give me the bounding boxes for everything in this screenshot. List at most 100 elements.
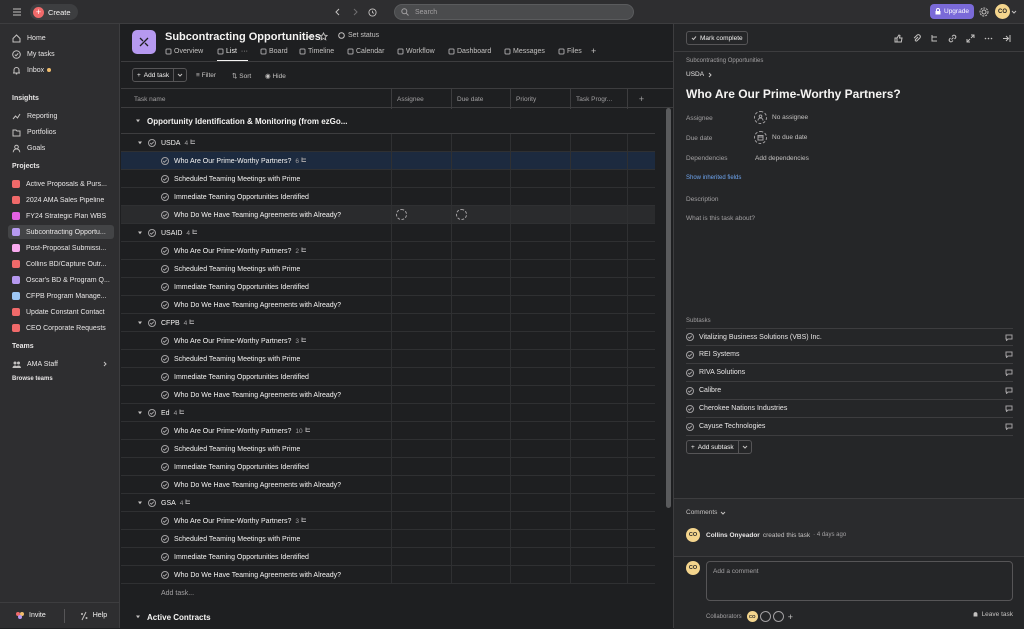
check-circle-icon[interactable]	[161, 283, 169, 291]
star-icon[interactable]	[319, 32, 328, 41]
table-cell[interactable]	[627, 170, 628, 188]
check-circle-icon[interactable]	[161, 211, 169, 219]
caret-down-icon[interactable]	[137, 230, 143, 236]
table-cell[interactable]	[510, 458, 511, 476]
table-cell[interactable]	[391, 260, 392, 278]
check-circle-icon[interactable]	[161, 265, 169, 273]
sidebar-item-home[interactable]: Home	[8, 31, 114, 45]
table-cell[interactable]	[627, 278, 628, 296]
table-cell[interactable]	[451, 332, 452, 350]
table-cell[interactable]	[510, 170, 511, 188]
table-cell[interactable]	[570, 512, 571, 530]
task-title[interactable]: Who Are Our Prime-Worthy Partners?	[686, 87, 901, 101]
table-row[interactable]: Ed 4	[121, 404, 655, 422]
table-cell[interactable]	[570, 332, 571, 350]
table-cell[interactable]	[627, 386, 628, 404]
sidebar-item-project[interactable]: Subcontracting Opportu...	[8, 225, 114, 239]
column-header-assignee[interactable]: Assignee	[391, 89, 451, 109]
sort-button[interactable]: ⇅ Sort	[232, 72, 251, 80]
table-cell[interactable]	[451, 476, 452, 494]
table-row[interactable]: Scheduled Teaming Meetings with Prime	[121, 170, 655, 188]
table-cell[interactable]	[570, 476, 571, 494]
tab-timeline[interactable]: Timeline	[299, 48, 334, 55]
table-cell[interactable]	[570, 152, 571, 170]
table-row[interactable]: Immediate Teaming Opportunities Identifi…	[121, 188, 655, 206]
table-cell[interactable]	[391, 368, 392, 386]
table-row[interactable]: Scheduled Teaming Meetings with Prime	[121, 350, 655, 368]
table-cell[interactable]	[451, 296, 452, 314]
check-circle-icon[interactable]	[161, 157, 169, 165]
check-circle-icon[interactable]	[161, 481, 169, 489]
sidebar-item-project[interactable]: CEO Corporate Requests	[8, 321, 114, 335]
table-row[interactable]: Who Do We Have Teaming Agreements with A…	[121, 386, 655, 404]
table-cell[interactable]	[570, 314, 571, 332]
table-row[interactable]: Who Do We Have Teaming Agreements with A…	[121, 206, 655, 224]
table-cell[interactable]	[510, 278, 511, 296]
table-row[interactable]: CFPB 4	[121, 314, 655, 332]
table-cell[interactable]	[627, 494, 628, 512]
table-cell[interactable]	[627, 206, 628, 224]
check-circle-icon[interactable]	[161, 553, 169, 561]
comment-icon[interactable]	[1005, 423, 1013, 430]
table-cell[interactable]	[391, 530, 392, 548]
check-circle-icon[interactable]	[161, 373, 169, 381]
subtask-row[interactable]: Cayuse Technologies	[686, 418, 1013, 436]
table-row[interactable]: Scheduled Teaming Meetings with Prime	[121, 440, 655, 458]
table-row[interactable]: Who Do We Have Teaming Agreements with A…	[121, 476, 655, 494]
table-row[interactable]: Who Are Our Prime-Worthy Partners? 2	[121, 242, 655, 260]
table-cell[interactable]	[570, 440, 571, 458]
sidebar-item-project[interactable]: Oscar's BD & Program Q...	[8, 273, 114, 287]
search-input[interactable]: Search	[394, 4, 634, 20]
table-cell[interactable]	[627, 224, 628, 242]
table-cell[interactable]	[627, 368, 628, 386]
table-cell[interactable]	[451, 188, 452, 206]
table-cell[interactable]	[510, 494, 511, 512]
table-cell[interactable]	[510, 530, 511, 548]
caret-down-icon[interactable]	[135, 118, 141, 124]
table-cell[interactable]	[451, 242, 452, 260]
table-cell[interactable]	[627, 440, 628, 458]
forward-arrow-icon[interactable]	[351, 0, 359, 24]
chevron-down-icon[interactable]	[174, 72, 186, 78]
table-cell[interactable]	[391, 170, 392, 188]
check-circle-icon[interactable]	[148, 319, 156, 327]
table-row[interactable]: Who Do We Have Teaming Agreements with A…	[121, 296, 655, 314]
table-cell[interactable]	[510, 548, 511, 566]
table-cell[interactable]	[570, 170, 571, 188]
sidebar-item-project[interactable]: CFPB Program Manage...	[8, 289, 114, 303]
leave-task-button[interactable]: Leave task	[972, 611, 1013, 618]
table-cell[interactable]	[391, 476, 392, 494]
check-circle-icon[interactable]	[161, 517, 169, 525]
sidebar-item-inbox[interactable]: Inbox	[8, 63, 114, 77]
assignee-placeholder-icon[interactable]	[396, 209, 407, 220]
check-circle-icon[interactable]	[148, 499, 156, 507]
table-cell[interactable]	[510, 260, 511, 278]
subtask-row[interactable]: Calibre	[686, 382, 1013, 400]
assignee-field[interactable]: No assignee	[754, 111, 808, 124]
table-cell[interactable]	[391, 494, 392, 512]
caret-down-icon[interactable]	[135, 614, 141, 620]
table-cell[interactable]	[627, 422, 628, 440]
table-cell[interactable]	[451, 548, 452, 566]
sidebar-item-team[interactable]: AMA Staff	[8, 357, 114, 371]
check-circle-icon[interactable]	[161, 193, 169, 201]
table-cell[interactable]	[627, 242, 628, 260]
check-circle-icon[interactable]	[161, 175, 169, 183]
table-cell[interactable]	[391, 404, 392, 422]
table-cell[interactable]	[510, 422, 511, 440]
table-cell[interactable]	[627, 566, 628, 584]
table-cell[interactable]	[391, 242, 392, 260]
avatar[interactable]: CO	[746, 611, 758, 622]
sidebar-item-project[interactable]: Collins BD/Capture Outr...	[8, 257, 114, 271]
check-circle-icon[interactable]	[686, 350, 694, 359]
table-cell[interactable]	[391, 332, 392, 350]
table-cell[interactable]	[510, 188, 511, 206]
tab-board[interactable]: Board	[260, 48, 288, 55]
add-collaborator-icon[interactable]: +	[788, 612, 793, 622]
table-cell[interactable]	[570, 458, 571, 476]
table-cell[interactable]	[451, 152, 452, 170]
table-cell[interactable]	[510, 134, 511, 152]
sidebar-item-my-tasks[interactable]: My tasks	[8, 47, 114, 61]
table-cell[interactable]	[391, 422, 392, 440]
table-cell[interactable]	[510, 476, 511, 494]
